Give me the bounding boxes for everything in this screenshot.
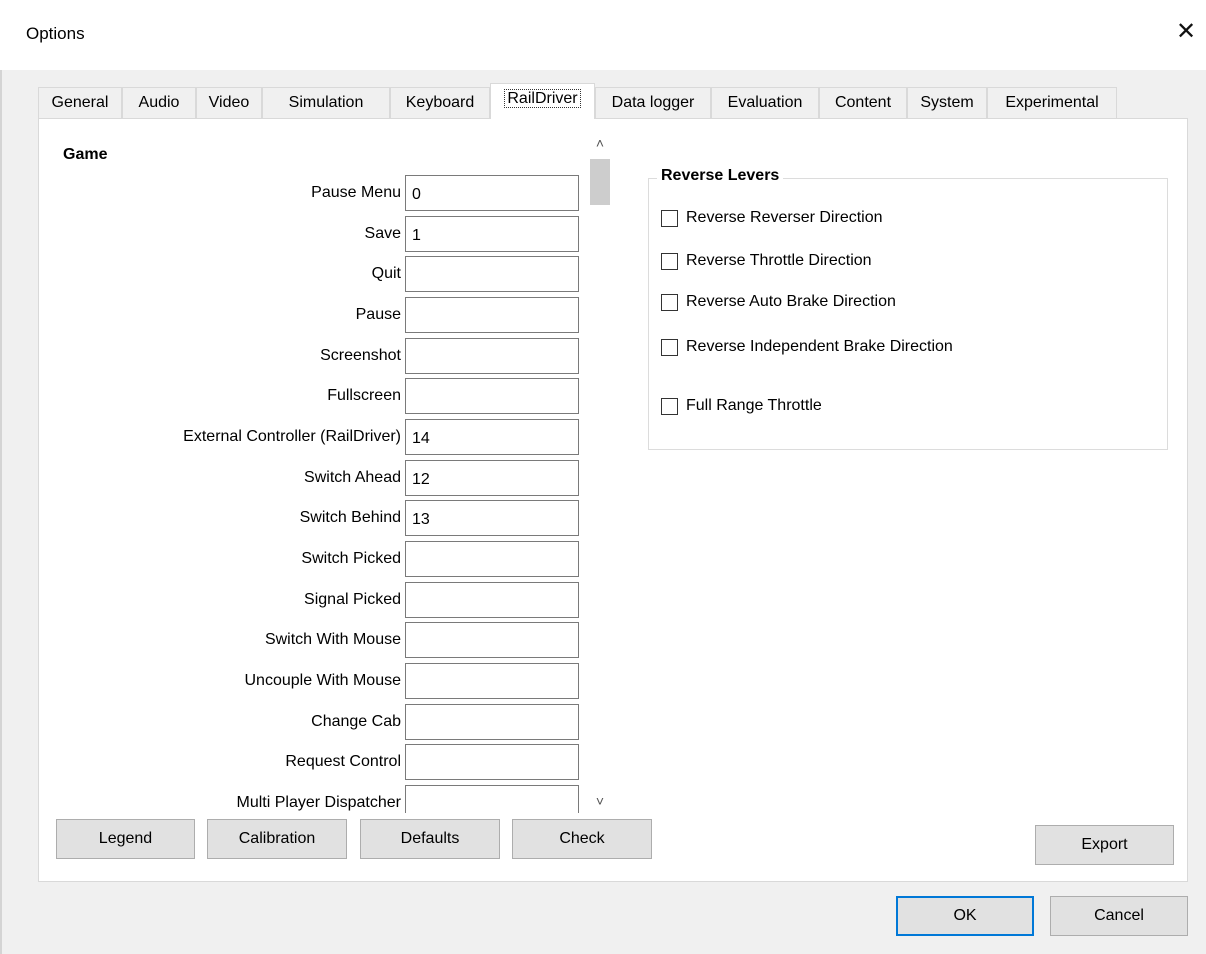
checkbox-label[interactable]: Reverse Independent Brake Direction bbox=[686, 338, 953, 355]
key-row: Request Control bbox=[39, 744, 584, 780]
checkbox-reverse-independent-brake[interactable]: Reverse Independent Brake Direction bbox=[661, 338, 953, 362]
key-input-external-controller[interactable] bbox=[405, 419, 579, 455]
key-row: Change Cab bbox=[39, 704, 584, 740]
key-row: Fullscreen bbox=[39, 378, 584, 414]
key-label: Switch Behind bbox=[299, 509, 401, 526]
key-input-switch-picked[interactable] bbox=[405, 541, 579, 577]
key-label: Change Cab bbox=[311, 713, 401, 730]
export-button[interactable]: Export bbox=[1035, 825, 1174, 865]
key-label: Switch Ahead bbox=[304, 469, 401, 486]
key-input-save[interactable] bbox=[405, 216, 579, 252]
key-label: Screenshot bbox=[320, 347, 401, 364]
tab-evaluation[interactable]: Evaluation bbox=[711, 87, 819, 119]
checkbox-icon[interactable] bbox=[661, 252, 678, 270]
key-label: Switch Picked bbox=[301, 550, 401, 567]
key-row: Pause Menu bbox=[39, 175, 584, 211]
key-row: Screenshot bbox=[39, 338, 584, 374]
key-row: Switch Ahead bbox=[39, 460, 584, 496]
checkbox-label[interactable]: Full Range Throttle bbox=[686, 397, 822, 414]
key-row: Signal Picked bbox=[39, 582, 584, 618]
reverse-levers-title: Reverse Levers bbox=[657, 167, 784, 185]
key-row: Uncouple With Mouse bbox=[39, 663, 584, 699]
tab-raildriver-label: RailDriver bbox=[504, 89, 581, 108]
defaults-button[interactable]: Defaults bbox=[360, 819, 500, 859]
key-list-scrollbar[interactable]: ˄ ˅ bbox=[587, 133, 613, 813]
reverse-levers-group: Reverse Levers Reverse Reverser Directio… bbox=[648, 167, 1168, 450]
key-row: Switch With Mouse bbox=[39, 622, 584, 658]
key-label: External Controller (RailDriver) bbox=[183, 428, 401, 445]
tab-audio[interactable]: Audio bbox=[122, 87, 196, 119]
key-input-signal-picked[interactable] bbox=[405, 582, 579, 618]
key-input-multi-player-dispatcher[interactable] bbox=[405, 785, 579, 813]
checkbox-icon[interactable] bbox=[661, 397, 678, 415]
key-input-change-cab[interactable] bbox=[405, 704, 579, 740]
checkbox-reverse-reverser[interactable]: Reverse Reverser Direction bbox=[661, 209, 883, 233]
key-input-fullscreen[interactable] bbox=[405, 378, 579, 414]
key-label: Request Control bbox=[285, 753, 401, 770]
checkbox-label[interactable]: Reverse Auto Brake Direction bbox=[686, 293, 896, 310]
tab-raildriver[interactable]: RailDriver bbox=[490, 83, 595, 119]
checkbox-label[interactable]: Reverse Throttle Direction bbox=[686, 252, 872, 269]
checkbox-icon[interactable] bbox=[661, 293, 678, 311]
close-icon[interactable]: ✕ bbox=[1166, 12, 1206, 52]
tab-simulation[interactable]: Simulation bbox=[262, 87, 390, 119]
tab-data-logger[interactable]: Data logger bbox=[595, 87, 711, 119]
key-input-pause-menu[interactable] bbox=[405, 175, 579, 211]
checkbox-reverse-throttle[interactable]: Reverse Throttle Direction bbox=[661, 252, 872, 276]
checkbox-icon[interactable] bbox=[661, 338, 678, 356]
key-label: Multi Player Dispatcher bbox=[236, 794, 402, 811]
key-input-screenshot[interactable] bbox=[405, 338, 579, 374]
key-label: Fullscreen bbox=[327, 387, 401, 404]
key-label: Pause bbox=[355, 306, 401, 323]
key-input-switch-with-mouse[interactable] bbox=[405, 622, 579, 658]
cancel-button[interactable]: Cancel bbox=[1050, 896, 1188, 936]
tab-keyboard[interactable]: Keyboard bbox=[390, 87, 490, 119]
key-input-switch-behind[interactable] bbox=[405, 500, 579, 536]
key-label: Quit bbox=[371, 265, 401, 282]
check-button[interactable]: Check bbox=[512, 819, 652, 859]
key-input-quit[interactable] bbox=[405, 256, 579, 292]
scrollbar-thumb[interactable] bbox=[590, 159, 610, 205]
key-input-pause[interactable] bbox=[405, 297, 579, 333]
ok-button[interactable]: OK bbox=[896, 896, 1034, 936]
legend-button[interactable]: Legend bbox=[56, 819, 195, 859]
checkbox-icon[interactable] bbox=[661, 209, 678, 227]
key-label: Signal Picked bbox=[304, 591, 401, 608]
key-label: Save bbox=[364, 225, 401, 242]
key-label: Uncouple With Mouse bbox=[244, 672, 401, 689]
tab-content[interactable]: Content bbox=[819, 87, 907, 119]
scroll-down-icon[interactable]: ˅ bbox=[587, 793, 613, 813]
key-row: Multi Player Dispatcher bbox=[39, 785, 584, 813]
key-input-uncouple-with-mouse[interactable] bbox=[405, 663, 579, 699]
tab-experimental[interactable]: Experimental bbox=[987, 87, 1117, 119]
key-input-switch-ahead[interactable] bbox=[405, 460, 579, 496]
checkbox-reverse-auto-brake[interactable]: Reverse Auto Brake Direction bbox=[661, 293, 896, 317]
key-label: Switch With Mouse bbox=[264, 631, 401, 648]
key-row: Switch Picked bbox=[39, 541, 584, 577]
tab-general[interactable]: General bbox=[38, 87, 122, 119]
key-row: Quit bbox=[39, 256, 584, 292]
key-row: Save bbox=[39, 216, 584, 252]
checkbox-full-range-throttle[interactable]: Full Range Throttle bbox=[661, 397, 822, 421]
key-row: External Controller (RailDriver) bbox=[39, 419, 584, 455]
key-row: Pause bbox=[39, 297, 584, 333]
window-title: Options bbox=[26, 24, 85, 43]
raildriver-panel: Game Pause Menu Save Quit Pause Screensh… bbox=[38, 118, 1188, 882]
scroll-up-icon[interactable]: ˄ bbox=[587, 135, 613, 155]
calibration-button[interactable]: Calibration bbox=[207, 819, 347, 859]
game-section-title: Game bbox=[63, 146, 108, 163]
key-input-request-control[interactable] bbox=[405, 744, 579, 780]
title-bar: Options ✕ bbox=[0, 0, 1206, 70]
key-row: Switch Behind bbox=[39, 500, 584, 536]
window-edge bbox=[0, 70, 2, 954]
checkbox-label[interactable]: Reverse Reverser Direction bbox=[686, 209, 883, 226]
tab-system[interactable]: System bbox=[907, 87, 987, 119]
tab-video[interactable]: Video bbox=[196, 87, 262, 119]
key-label: Pause Menu bbox=[311, 184, 401, 201]
